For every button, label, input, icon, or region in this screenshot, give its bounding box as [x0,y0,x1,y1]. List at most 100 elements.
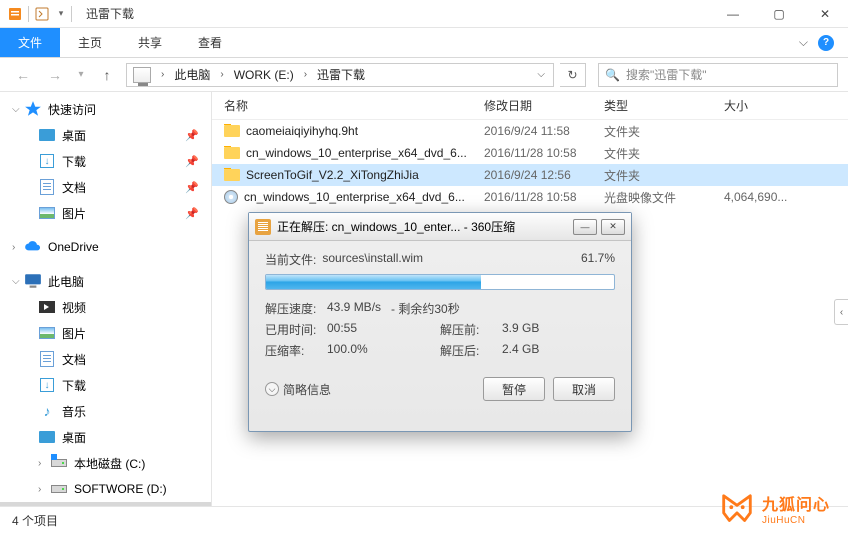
breadcrumb[interactable]: › 此电脑 › WORK (E:) › 迅雷下载 ⌵ [126,63,554,87]
tree-desktop2[interactable]: 桌面 [0,424,211,450]
nav-back-button[interactable]: ← [10,62,36,88]
file-type: 文件夹 [592,145,712,162]
download-icon: ↓ [40,378,54,392]
caret-icon[interactable]: › [38,458,50,469]
video-icon [39,301,55,313]
chevron-down-icon: ⌵ [265,382,279,396]
edge-expand-handle[interactable]: ‹ [834,299,848,325]
pictures-icon [39,327,55,339]
brief-info-toggle[interactable]: ⌵ 简略信息 [265,381,331,398]
pc-icon [133,67,151,83]
remaining-value: - 剩余约30秒 [391,300,460,317]
tree-pics[interactable]: 图片📌 [0,200,211,226]
crumb-sep-icon[interactable]: › [155,69,170,80]
search-input[interactable]: 🔍 搜索"迅雷下载" [598,63,838,87]
ratio-value: 100.0% [327,342,368,359]
tree-label: 图片 [62,325,86,342]
ribbon-home-tab[interactable]: 主页 [60,28,120,57]
dialog-minimize-button[interactable]: — [573,219,597,235]
dialog-close-button[interactable]: ✕ [601,219,625,235]
dialog-titlebar[interactable]: 正在解压: cn_windows_10_enter... - 360压缩 — ✕ [249,213,631,241]
crumb-folder[interactable]: 迅雷下载 [313,66,369,83]
progress-pct: 61.7% [581,251,615,268]
file-name: caomeiaiqiyihyhq.9ht [246,124,358,138]
tree-drive-e[interactable]: ›WORK (E:) [0,502,211,506]
file-row[interactable]: ScreenToGif_V2.2_XiTongZhiJia 2016/9/24 … [212,164,848,186]
qat-dropdown-icon[interactable]: ▾ [55,5,67,23]
file-row[interactable]: cn_windows_10_enterprise_x64_dvd_6... 20… [212,142,848,164]
close-button[interactable]: ✕ [802,0,848,28]
col-size[interactable]: 大小 [712,97,802,114]
tree-label: 视频 [62,299,86,316]
crumb-sep-icon[interactable]: › [298,69,313,80]
tree-label: SOFTWORE (D:) [74,482,167,496]
window-title: 迅雷下载 [78,5,134,22]
ribbon-share-tab[interactable]: 共享 [120,28,180,57]
download-icon: ↓ [40,154,54,168]
cancel-button[interactable]: 取消 [553,377,615,401]
ribbon: 文件 主页 共享 查看 ⌵ ? [0,28,848,58]
col-type[interactable]: 类型 [592,97,712,114]
tree-quick-access[interactable]: ⌵ 快速访问 [0,96,211,122]
star-icon [24,101,42,117]
tree-docs2[interactable]: 文档 [0,346,211,372]
crumb-dropdown-icon[interactable]: ⌵ [531,69,551,80]
qat-properties-icon[interactable] [33,5,51,23]
expand-ribbon-icon[interactable]: ⌵ [799,35,808,50]
nav-up-button[interactable]: ↑ [94,62,120,88]
pictures-icon [39,207,55,219]
caret-icon[interactable]: ⌵ [12,276,24,287]
col-date[interactable]: 修改日期 [472,97,592,114]
pin-icon: 📌 [185,129,199,142]
crumb-work[interactable]: WORK (E:) [230,68,298,82]
curfile-value: sources\install.wim [322,251,423,268]
tree-music[interactable]: ♪音乐 [0,398,211,424]
tree-pics2[interactable]: 图片 [0,320,211,346]
tree-onedrive[interactable]: ›OneDrive [0,234,211,260]
maximize-button[interactable]: ▢ [756,0,802,28]
music-icon: ♪ [38,403,56,419]
file-row[interactable]: caomeiaiqiyihyhq.9ht 2016/9/24 11:58 文件夹 [212,120,848,142]
tree-downloads2[interactable]: ↓下载 [0,372,211,398]
curfile-label: 当前文件: [265,251,316,268]
nav-forward-button: → [42,62,68,88]
col-name[interactable]: 名称 [212,97,472,114]
file-date: 2016/11/28 10:58 [472,146,592,160]
tree-desktop[interactable]: 桌面 📌 [0,122,211,148]
file-row[interactable]: cn_windows_10_enterprise_x64_dvd_6... 20… [212,186,848,208]
tree-drive-d[interactable]: › SOFTWORE (D:) [0,476,211,502]
tree-label: 桌面 [62,127,86,144]
ribbon-view-tab[interactable]: 查看 [180,28,240,57]
crumb-pc[interactable]: 此电脑 [170,66,214,83]
ribbon-file-tab[interactable]: 文件 [0,28,60,57]
crumb-sep-icon[interactable]: › [214,69,229,80]
folder-icon [224,147,240,159]
minimize-button[interactable]: — [710,0,756,28]
help-icon[interactable]: ? [818,35,834,51]
extract-dialog[interactable]: 正在解压: cn_windows_10_enter... - 360压缩 — ✕… [248,212,632,432]
file-date: 2016/9/24 12:56 [472,168,592,182]
caret-icon[interactable]: › [12,242,24,253]
nav-recent-dropdown[interactable]: ▾ [74,62,88,88]
nav-tree[interactable]: ⌵ 快速访问 桌面📌 ↓下载📌 文档📌 图片📌 ›OneDrive ⌵此电脑 视… [0,92,212,506]
caret-icon[interactable]: ⌵ [12,104,24,115]
tree-video[interactable]: 视频 [0,294,211,320]
after-label: 解压后: [440,342,502,359]
folder-icon [224,125,240,137]
column-headers[interactable]: 名称 修改日期 类型 大小 [212,92,848,120]
pause-button[interactable]: 暂停 [483,377,545,401]
dialog-title: 正在解压: cn_windows_10_enter... - 360压缩 [277,218,569,235]
tree-label: 文档 [62,179,86,196]
file-name: cn_windows_10_enterprise_x64_dvd_6... [246,146,467,160]
tree-drive-c[interactable]: ›本地磁盘 (C:) [0,450,211,476]
speed-value: 43.9 MB/s [327,300,381,317]
tree-downloads[interactable]: ↓下载📌 [0,148,211,174]
progress-bar [265,274,615,290]
tree-label: 下载 [62,153,86,170]
tree-this-pc[interactable]: ⌵此电脑 [0,268,211,294]
search-icon: 🔍 [605,68,620,82]
caret-icon[interactable]: › [38,484,50,495]
tree-docs[interactable]: 文档📌 [0,174,211,200]
refresh-button[interactable]: ↻ [560,63,586,87]
tree-label: 文档 [62,351,86,368]
